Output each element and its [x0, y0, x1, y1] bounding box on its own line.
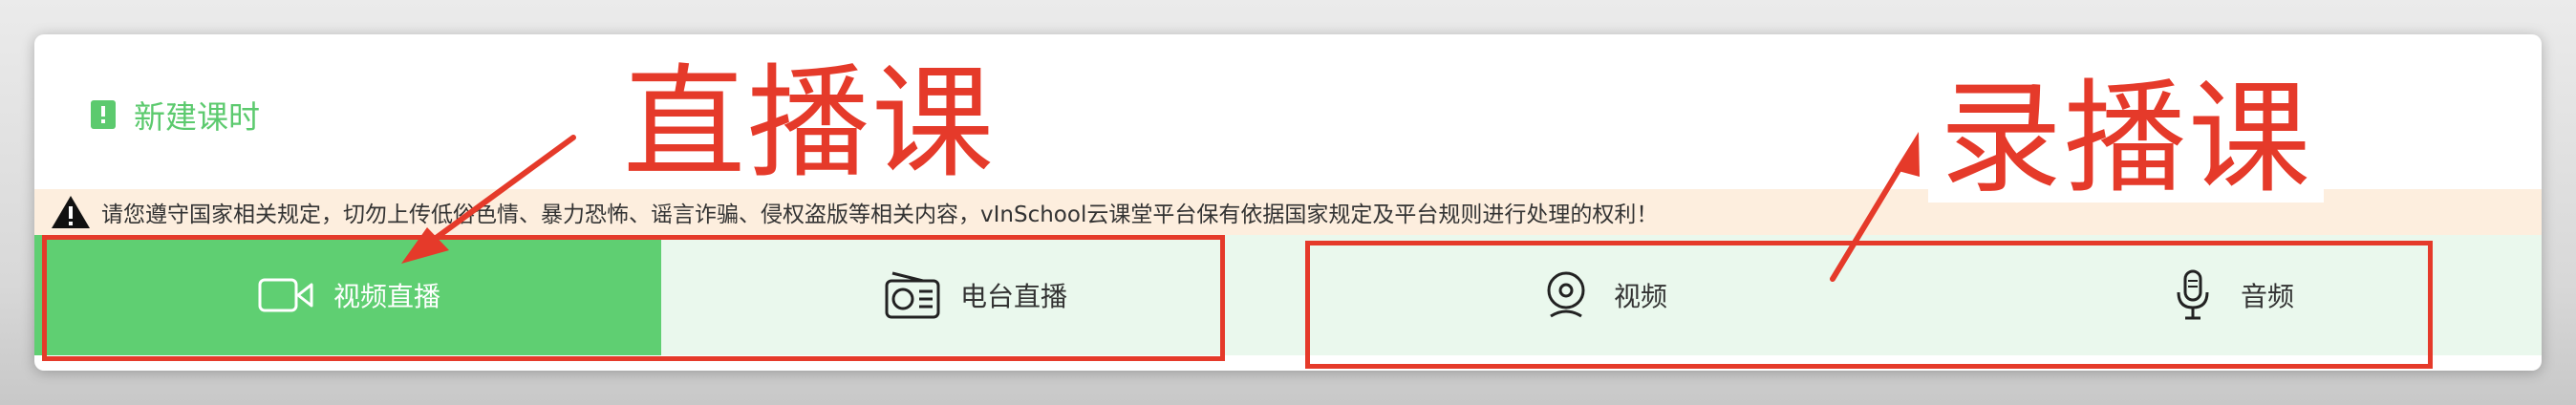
tab-video-live[interactable]: 视频直播 [34, 235, 661, 355]
warning-icon [50, 194, 92, 230]
lesson-type-tabs: 视频直播 电台直播 视频 音频 [34, 235, 2542, 355]
tab-video[interactable]: 视频 [1288, 235, 1915, 355]
page-header: 新建课时 [90, 90, 260, 139]
recorded-lessons-label: 录播课 [1928, 76, 2325, 202]
notice-text: 请您遵守国家相关规定，切勿上传低俗色情、暴力恐怖、谣言诈骗、侵权盗版等相关内容，… [101, 202, 1659, 227]
tab-label: 视频 [1613, 281, 1667, 312]
tab-radio-live[interactable]: 电台直播 [661, 235, 1288, 355]
clipboard-icon [90, 99, 117, 130]
microphone-icon [2162, 269, 2223, 321]
video-camera-icon [255, 269, 316, 321]
tab-audio[interactable]: 音频 [1915, 235, 2542, 355]
radio-icon [882, 269, 943, 321]
live-lessons-label: 直播课 [612, 61, 1008, 187]
tab-label: 电台直播 [959, 281, 1067, 312]
tab-label: 视频直播 [333, 281, 440, 312]
webcam-icon [1535, 269, 1597, 321]
page-title: 新建课时 [134, 98, 260, 136]
tab-label: 音频 [2240, 281, 2294, 312]
